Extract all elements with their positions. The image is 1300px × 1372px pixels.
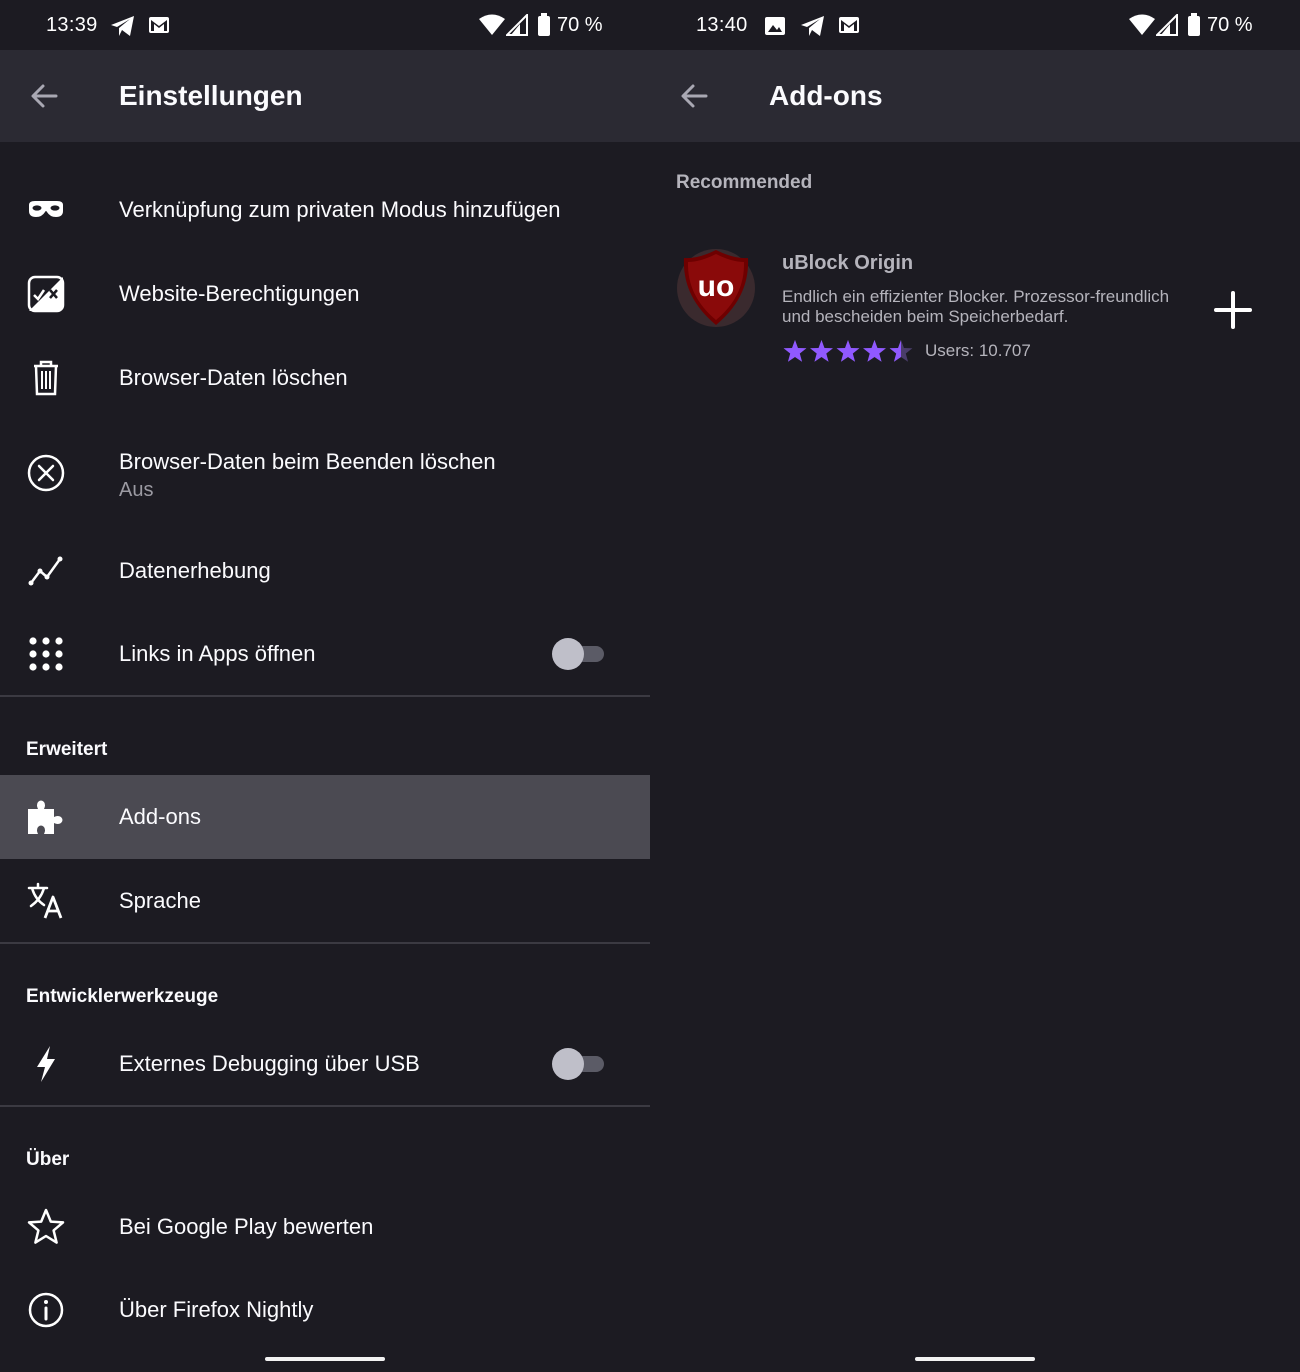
image-icon bbox=[765, 17, 785, 35]
settings-item-label: Sprache bbox=[119, 888, 201, 913]
trash-icon bbox=[34, 360, 58, 396]
addon-users: Users: 10.707 bbox=[925, 341, 1031, 360]
page-title: Add-ons bbox=[769, 80, 883, 111]
battery-icon bbox=[1188, 13, 1200, 36]
home-indicator[interactable] bbox=[915, 1357, 1035, 1361]
settings-item-label: Verknüpfung zum privaten Modus hinzufüge… bbox=[119, 197, 561, 222]
rating-star-filled bbox=[810, 340, 833, 362]
telegram-icon bbox=[801, 16, 824, 36]
settings-item-label: Browser-Daten beim Beenden löschen bbox=[119, 449, 496, 474]
back-arrow-icon[interactable] bbox=[676, 78, 716, 114]
settings-item-clear-on-quit[interactable]: Browser-Daten beim Beenden löschen Aus bbox=[0, 420, 650, 526]
settings-item-label: Externes Debugging über USB bbox=[119, 1051, 420, 1076]
status-bar: 13:39 70 % bbox=[0, 0, 650, 50]
settings-item-label: Bei Google Play bewerten bbox=[119, 1214, 374, 1239]
settings-item-language[interactable]: Sprache bbox=[0, 859, 650, 943]
home-indicator[interactable] bbox=[265, 1357, 385, 1361]
rating-star-filled bbox=[783, 340, 807, 362]
status-time: 13:40 bbox=[696, 14, 748, 36]
private-mask-icon bbox=[29, 201, 63, 217]
wifi-icon bbox=[479, 14, 505, 35]
addon-name: uBlock Origin bbox=[782, 252, 914, 274]
divider bbox=[0, 942, 650, 944]
settings-item-about-firefox[interactable]: Über Firefox Nightly bbox=[0, 1268, 650, 1352]
rating-stars bbox=[783, 340, 913, 362]
star-icon bbox=[27, 1208, 65, 1244]
settings-item-label: Links in Apps öffnen bbox=[119, 641, 316, 666]
telegram-icon bbox=[111, 16, 134, 36]
usb-debugging-toggle[interactable] bbox=[552, 1047, 606, 1081]
settings-item-data-collection[interactable]: Datenerhebung bbox=[0, 529, 650, 613]
signal-icon bbox=[1156, 14, 1178, 36]
addon-description: Endlich ein effizienter Blocker. Prozess… bbox=[782, 287, 1170, 326]
settings-item-label: Datenerhebung bbox=[119, 558, 271, 583]
section-heading-about: Über bbox=[26, 1149, 70, 1170]
lightning-icon bbox=[37, 1046, 55, 1082]
status-bar: 13:40 70 % bbox=[650, 0, 1300, 50]
settings-item-open-links-in-apps[interactable]: Links in Apps öffnen bbox=[0, 612, 650, 696]
apps-grid-icon bbox=[29, 637, 63, 671]
settings-item-label: Browser-Daten löschen bbox=[119, 365, 348, 390]
addons-screen: 13:40 70 % Add-ons Recommended uo uBlock… bbox=[650, 0, 1300, 1372]
recommended-heading: Recommended bbox=[676, 172, 813, 193]
settings-screen: 13:39 70 % Einstellungen Verknüpfung zum… bbox=[0, 0, 650, 1372]
gmail-icon bbox=[839, 17, 859, 33]
settings-item-label: Über Firefox Nightly bbox=[119, 1297, 314, 1322]
battery-level: 70 % bbox=[557, 14, 603, 36]
circle-x-icon bbox=[27, 454, 65, 492]
ublock-origin-logo: uo bbox=[677, 249, 755, 327]
gmail-icon bbox=[149, 17, 169, 33]
signal-icon bbox=[506, 14, 528, 36]
divider bbox=[0, 695, 650, 697]
settings-item-label: Add-ons bbox=[119, 804, 201, 829]
plus-icon[interactable] bbox=[1212, 289, 1254, 331]
back-arrow-icon[interactable] bbox=[26, 78, 66, 114]
page-title: Einstellungen bbox=[119, 80, 303, 111]
app-bar: Add-ons bbox=[650, 50, 1300, 142]
app-bar: Einstellungen bbox=[0, 50, 650, 142]
status-time: 13:39 bbox=[46, 14, 98, 36]
settings-item-value: Aus bbox=[119, 479, 154, 501]
permissions-icon bbox=[27, 275, 65, 313]
divider bbox=[0, 1105, 650, 1107]
settings-item-clear-data[interactable]: Browser-Daten löschen bbox=[0, 336, 650, 420]
rating-star-filled bbox=[836, 340, 860, 362]
rating-star-filled bbox=[863, 340, 886, 362]
settings-item-private-shortcut[interactable]: Verknüpfung zum privaten Modus hinzufüge… bbox=[0, 168, 650, 252]
data-graph-icon bbox=[28, 556, 63, 586]
section-heading-developer: Entwicklerwerkzeuge bbox=[26, 986, 219, 1007]
ublock-logo-text: uo bbox=[698, 270, 735, 303]
settings-item-label: Website-Berechtigungen bbox=[119, 281, 360, 306]
settings-item-rate-google-play[interactable]: Bei Google Play bewerten bbox=[0, 1185, 650, 1269]
info-icon bbox=[28, 1292, 64, 1328]
open-links-toggle[interactable] bbox=[552, 637, 606, 671]
settings-item-addons[interactable]: Add-ons bbox=[0, 775, 650, 859]
settings-item-site-permissions[interactable]: Website-Berechtigungen bbox=[0, 252, 650, 336]
wifi-icon bbox=[1129, 14, 1155, 35]
puzzle-icon bbox=[28, 800, 63, 834]
settings-item-usb-debugging[interactable]: Externes Debugging über USB bbox=[0, 1022, 650, 1106]
battery-icon bbox=[538, 13, 550, 36]
translate-icon bbox=[27, 882, 63, 919]
section-heading-advanced: Erweitert bbox=[26, 739, 108, 760]
battery-level: 70 % bbox=[1207, 14, 1253, 36]
